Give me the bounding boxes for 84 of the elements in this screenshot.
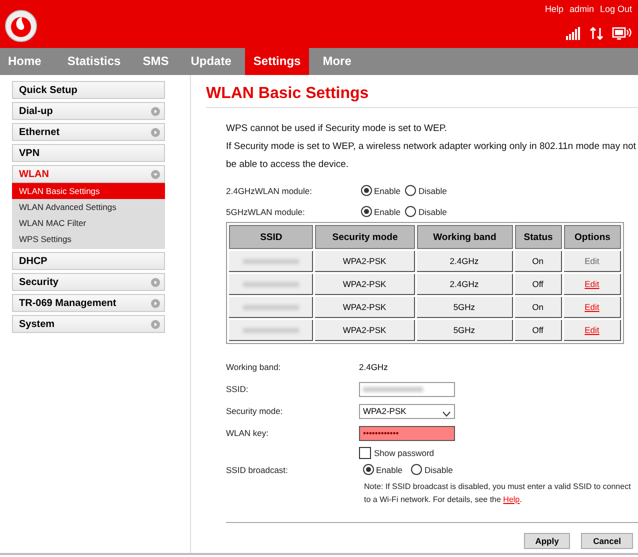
data-transfer-icon (590, 27, 603, 40)
password-field[interactable]: •••••••••••• (359, 426, 455, 440)
column-header: Working band (416, 225, 513, 249)
page-title: WLAN Basic Settings (206, 85, 638, 108)
radio-label: Enable (376, 464, 402, 474)
sidebar-item[interactable]: Dial-up (12, 102, 165, 120)
header-link[interactable]: Help (544, 4, 564, 14)
blurred-text (242, 259, 299, 264)
sidebar-item[interactable]: Quick Setup (12, 81, 165, 99)
table-cell: 5GHz (416, 297, 513, 318)
table-cell: WPA2-PSK (315, 320, 415, 341)
signal-icon (566, 27, 581, 40)
edit-link[interactable]: Edit (584, 325, 600, 335)
table-cell: 5GHz (416, 320, 513, 341)
table-cell: Off (514, 320, 562, 341)
nav-tab[interactable]: More (314, 48, 360, 75)
table-cell: WPA2-PSK (315, 297, 415, 318)
edit-link[interactable]: Edit (584, 279, 600, 289)
ssid-field[interactable] (359, 382, 455, 396)
checkbox-label: Show password (374, 448, 434, 458)
blurred-text (242, 328, 299, 333)
note-text: Note: If SSID broadcast is disabled, you must enter a valid SSID to connect to a Wi-Fi network. For details, see the Help. (364, 481, 632, 506)
radio-label: Enable (374, 186, 400, 196)
table-cell: 2.4GHz (416, 274, 513, 295)
radio-label: Disable (424, 464, 453, 474)
table-cell: WPA2-PSK (315, 274, 415, 295)
field-label: 2.4GHzWLAN module: (226, 186, 313, 196)
security-dropdown[interactable]: WPA2-PSK (359, 404, 455, 418)
field-value: 2.4GHz (359, 362, 388, 372)
chevron-down-icon (442, 410, 451, 416)
sidebar-item[interactable]: WLAN (12, 165, 165, 183)
edit-link[interactable]: Edit (584, 256, 600, 266)
apply-button[interactable]: Apply (524, 533, 570, 549)
blurred-text (242, 282, 299, 287)
cancel-button[interactable]: Cancel (581, 533, 633, 549)
radio-button[interactable] (361, 185, 372, 196)
table-cell: On (514, 297, 562, 318)
field-label: WLAN key: (226, 428, 270, 438)
column-header: SSID (229, 225, 314, 249)
edit-link[interactable]: Edit (584, 302, 600, 312)
radio-button[interactable] (405, 185, 416, 196)
sidebar-item[interactable]: Security (12, 273, 165, 291)
column-header: Security mode (315, 225, 415, 249)
submenu-item[interactable]: WLAN Basic Settings (12, 183, 165, 199)
radio-button[interactable] (411, 464, 422, 475)
header-link[interactable]: admin (569, 4, 594, 14)
wifi-5g-icon (612, 27, 632, 40)
nav-tab[interactable]: Statistics (59, 48, 129, 75)
submenu-item[interactable]: WPS Settings (12, 231, 165, 247)
column-header: Status (514, 225, 562, 249)
nav-tab[interactable]: Home (0, 48, 50, 75)
header-link[interactable]: Log Out (600, 4, 632, 14)
sidebar-item[interactable]: TR-069 Management (12, 294, 165, 312)
nav-tab[interactable]: Update (182, 48, 240, 75)
table-cell: WPA2-PSK (315, 251, 415, 272)
nav-tab[interactable]: SMS (134, 48, 177, 75)
blurred-text (242, 305, 299, 310)
checkbox[interactable] (359, 446, 371, 458)
table-cell: 2.4GHz (416, 251, 513, 272)
radio-label: Disable (418, 186, 447, 196)
radio-button[interactable] (405, 206, 416, 217)
column-header: Options (564, 225, 621, 249)
field-label: 5GHzWLAN module: (226, 206, 306, 216)
nav-tab[interactable]: Settings (245, 48, 309, 75)
sidebar-item[interactable]: DHCP (12, 252, 165, 270)
info-text: If Security mode is set to WEP, a wireless network adapter working only in 802.11n mode may not be able to access the device. (226, 140, 637, 172)
radio-label: Enable (374, 206, 400, 216)
logo-icon (5, 10, 37, 42)
field-label: Working band: (226, 362, 282, 372)
info-text: WPS cannot be used if Security mode is set to WEP. (226, 122, 448, 136)
submenu-item[interactable]: WLAN Advanced Settings (12, 199, 165, 215)
radio-button[interactable] (363, 464, 374, 475)
field-label: SSID broadcast: (226, 464, 289, 474)
help-link[interactable]: Help (503, 495, 520, 504)
radio-label: Disable (418, 206, 447, 216)
field-label: SSID: (226, 384, 250, 394)
table-cell: Off (514, 274, 562, 295)
field-label: Security mode: (226, 406, 284, 416)
radio-button[interactable] (361, 206, 372, 217)
sidebar-item[interactable]: Ethernet (12, 123, 165, 141)
table-cell: On (514, 251, 562, 272)
submenu-item[interactable]: WLAN MAC Filter (12, 215, 165, 231)
sidebar-item[interactable]: VPN (12, 144, 165, 162)
sidebar-item[interactable]: System (12, 315, 165, 333)
